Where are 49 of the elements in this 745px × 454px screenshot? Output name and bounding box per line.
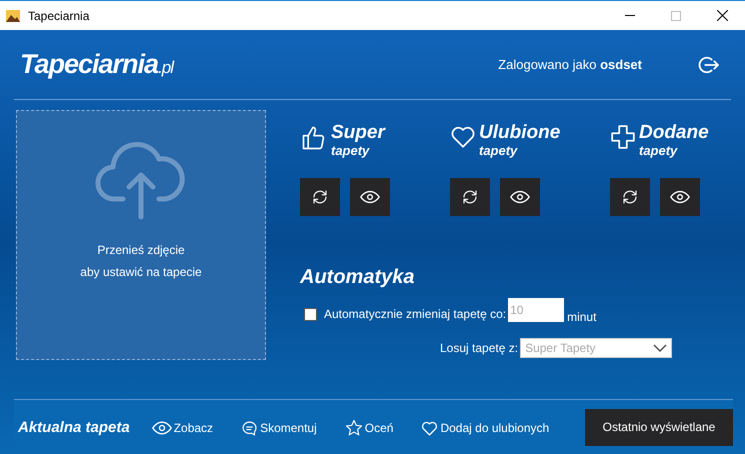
refresh-icon [621,188,639,206]
section-heading: Automatyka [300,265,416,290]
checkbox-label: Automatycznie zmieniaj tapetę co: [324,306,506,323]
current-wallpaper-label: Aktualna tapeta [18,418,130,438]
app-icon [6,10,20,22]
preview-button[interactable] [350,178,390,216]
refresh-button[interactable] [450,178,490,216]
logout-button[interactable] [697,54,719,74]
eye-icon [510,190,530,204]
preview-button[interactable] [660,178,700,216]
heart-icon [421,420,438,436]
category-subtitle: tapety [331,144,371,158]
category-subtitle: tapety [479,144,519,158]
logo: Tapeciarnia.pl [20,48,174,82]
star-icon [344,419,363,437]
login-status: Zalogowano jako osdset [498,56,642,74]
category-title: Super [331,122,385,144]
refresh-icon [311,188,329,206]
minimize-icon [625,15,635,16]
maximize-icon [671,10,681,20]
close-icon [716,10,728,21]
chevron-down-icon [653,344,668,352]
source-label: Losuj tapetę z: [440,340,518,357]
category-title: Dodane [639,122,709,144]
window-title: Tapeciarnia [28,8,90,24]
cloud-upload-icon [95,141,187,221]
action-link[interactable]: Skomentuj [241,419,317,437]
eye-icon [152,420,172,436]
heart-icon [450,124,476,150]
refresh-button[interactable] [610,178,650,216]
action-link[interactable]: Oceń [344,419,394,437]
drop-hint: Przenieś zdjęcie aby ustawić na tapecie [80,242,202,281]
checkbox[interactable] [304,308,317,320]
recent-button[interactable]: Ostatnio wyświetlane [585,408,733,446]
interval-field[interactable]: 10 [508,298,564,322]
refresh-icon [461,188,479,206]
refresh-button[interactable] [300,178,340,216]
category-title: Ulubione [479,122,560,144]
plus-icon [610,124,636,150]
action-link[interactable]: Zobacz [152,419,214,437]
eye-icon [360,190,380,204]
drop-zone[interactable]: Przenieś zdjęcie aby ustawić na tapecie [16,110,266,360]
logout-icon [697,54,719,74]
category-subtitle: tapety [639,144,679,158]
speech-bubble-icon [241,420,258,436]
eye-icon [670,190,690,204]
action-link[interactable]: Dodaj do ulubionych [421,419,550,437]
preview-button[interactable] [500,178,540,216]
unit-label: minut [567,309,596,326]
